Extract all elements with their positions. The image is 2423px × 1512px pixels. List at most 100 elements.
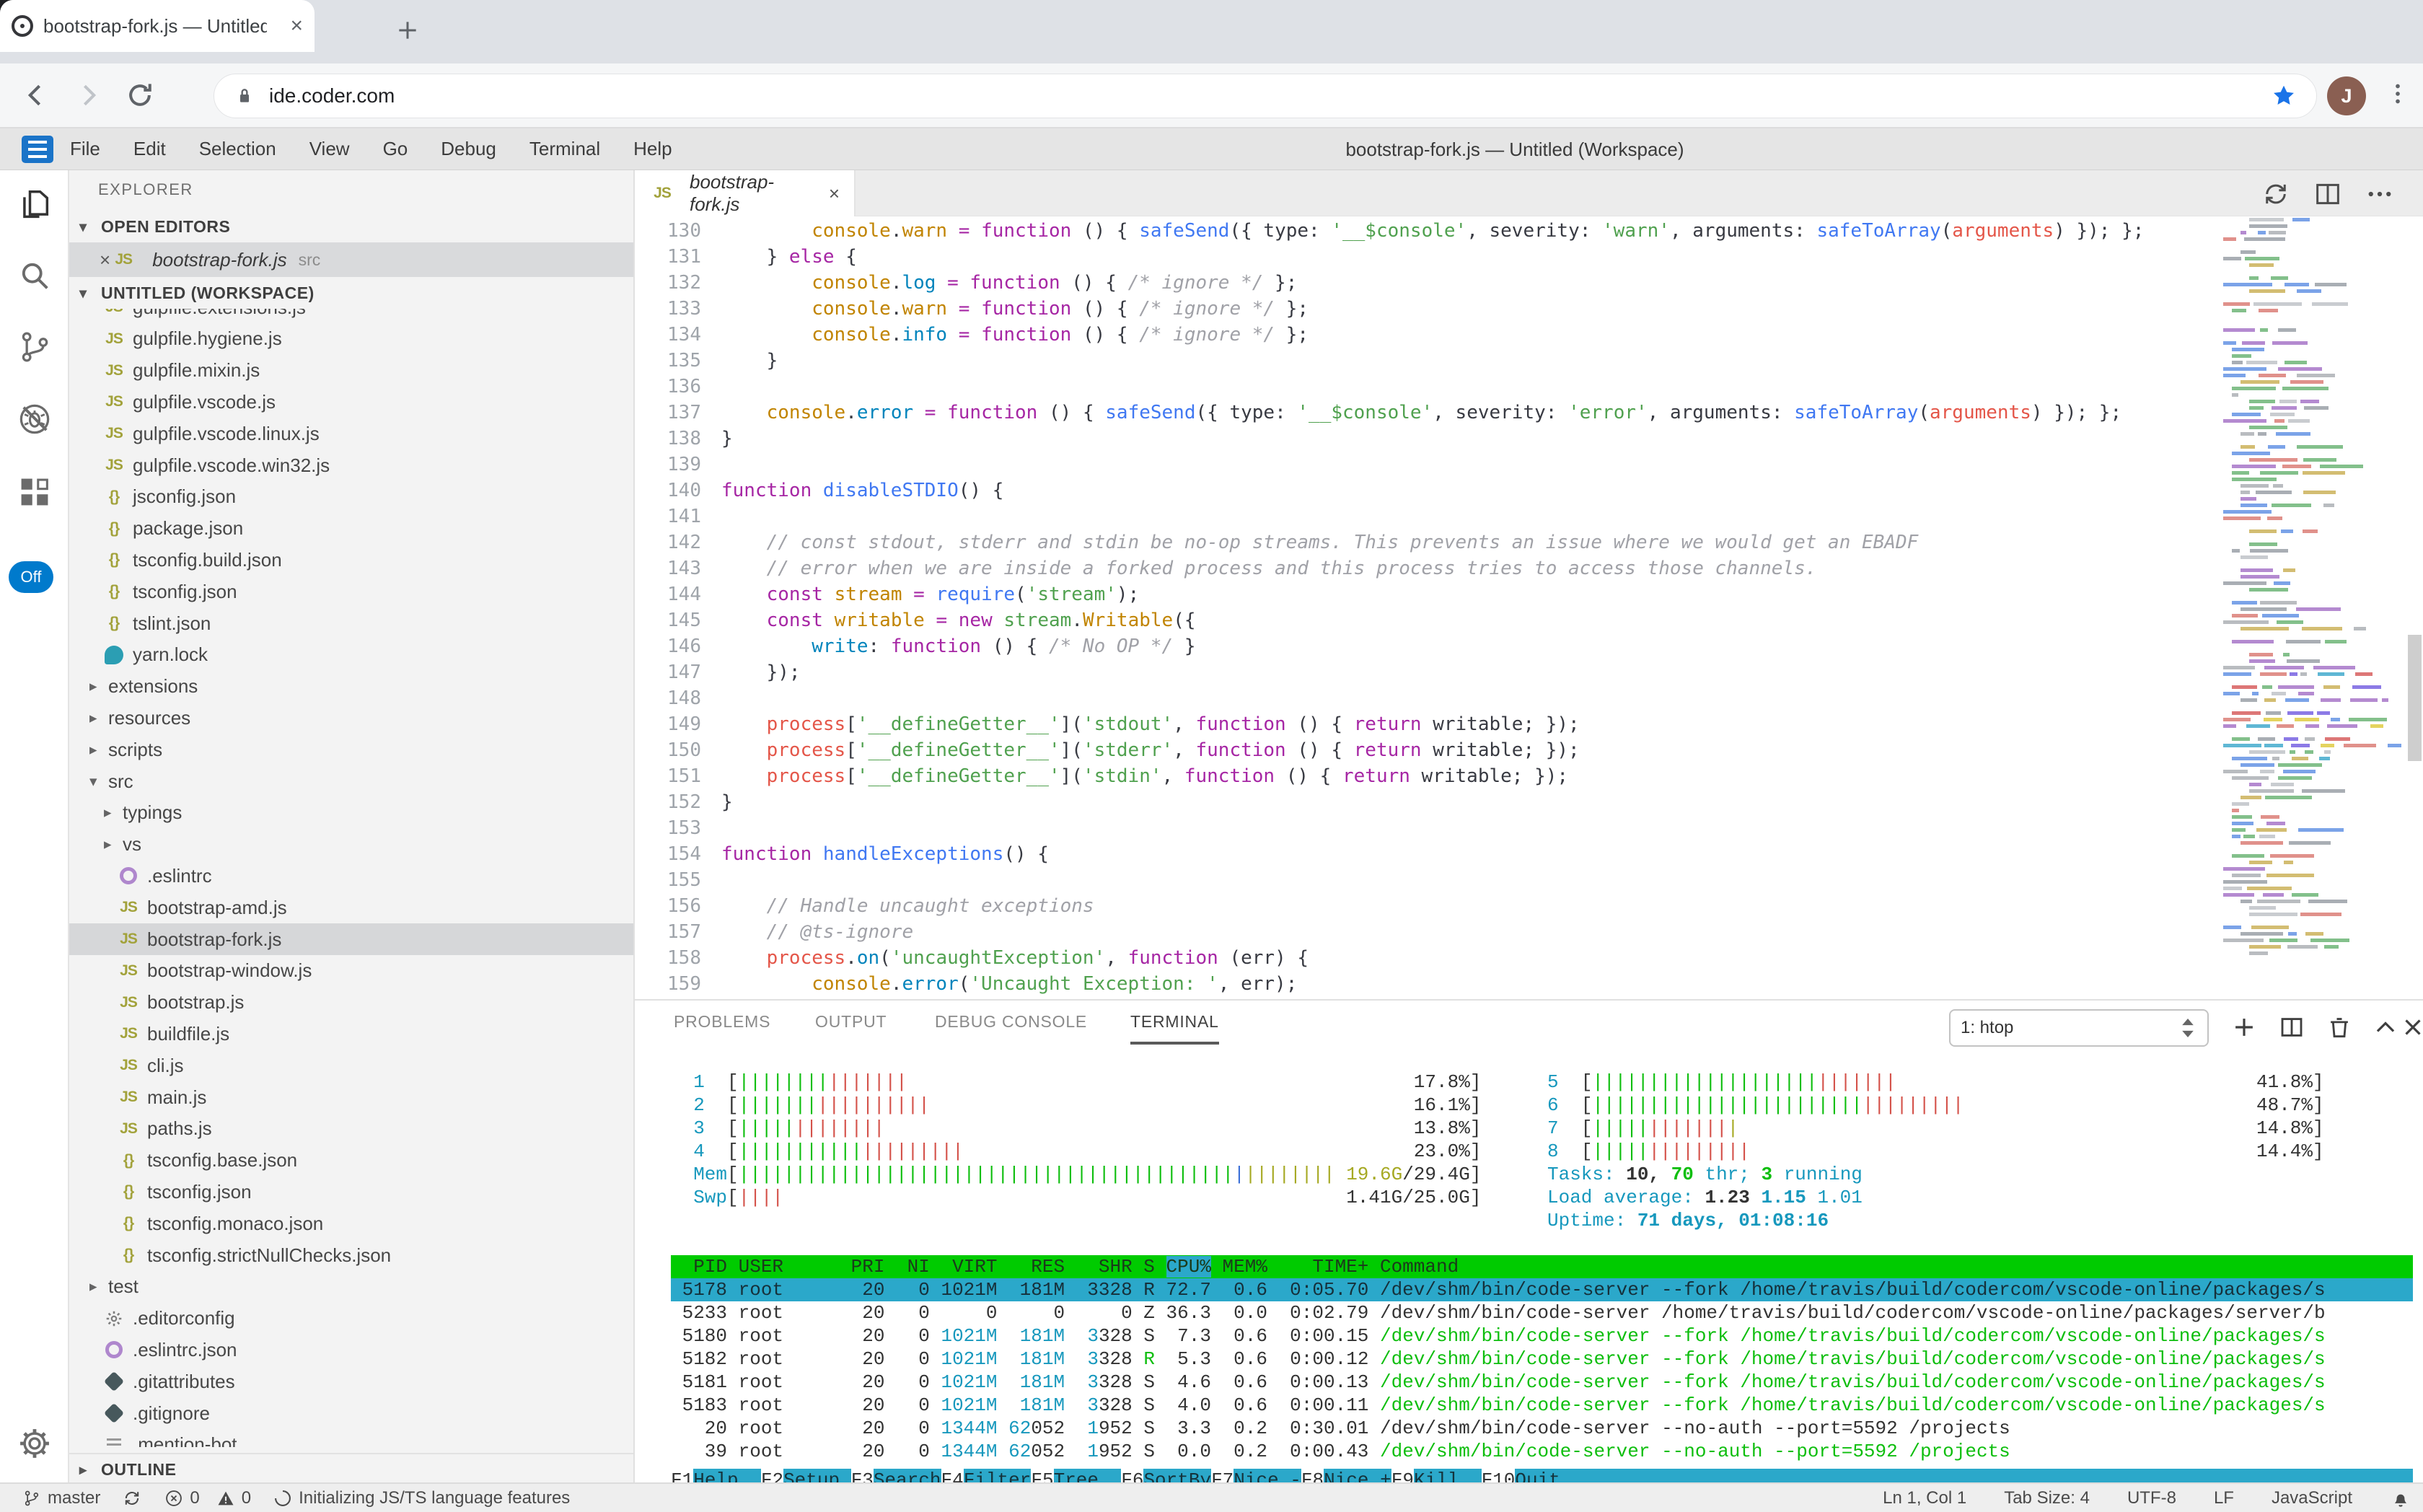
menu-item-selection[interactable]: Selection [183,138,293,160]
back-icon[interactable] [20,79,52,111]
tree-item-test[interactable]: ▸test [69,1271,633,1303]
tree-item-bootstrap-window.js[interactable]: JSbootstrap-window.js [69,955,633,987]
tree-item-gulpfile.mixin.js[interactable]: JSgulpfile.mixin.js [69,355,633,387]
tree-item-jsconfig.json[interactable]: {}jsconfig.json [69,481,633,513]
editor-tab[interactable]: JS bootstrap-fork.js × [635,170,856,216]
open-editor-item[interactable]: × JS bootstrap-fork.js src [69,242,633,277]
status-encoding[interactable]: UTF-8 [2127,1488,2176,1508]
extensions-icon[interactable] [16,473,53,511]
more-actions-icon[interactable] [2365,179,2395,209]
status-language[interactable]: JavaScript [2272,1488,2352,1508]
tree-item-gulpfile.vscode.linux.js[interactable]: JSgulpfile.vscode.linux.js [69,418,633,449]
tree-item-cli.js[interactable]: JScli.js [69,1050,633,1081]
menu-item-edit[interactable]: Edit [117,138,183,160]
tree-item-bootstrap-fork.js[interactable]: JSbootstrap-fork.js [69,923,633,955]
panel-tab-problems[interactable]: PROBLEMS [674,1012,770,1042]
tree-item-src[interactable]: ▾src [69,765,633,797]
tree-item-.gitignore[interactable]: .gitignore [69,1397,633,1429]
menu-item-file[interactable]: File [53,138,117,160]
tab-close-icon[interactable]: × [290,14,303,38]
menu-item-help[interactable]: Help [617,138,688,160]
problems-item[interactable]: 0 0 [164,1488,251,1508]
tree-item-bootstrap-amd.js[interactable]: JSbootstrap-amd.js [69,892,633,923]
close-icon[interactable]: × [100,249,110,271]
minimap-line [2223,478,2399,481]
tree-item-buildfile.js[interactable]: JSbuildfile.js [69,1018,633,1050]
address-bar[interactable]: ide.coder.com [214,74,2317,118]
browser-menu-icon[interactable] [2385,81,2411,107]
debug-disabled-icon[interactable] [16,400,53,438]
status-badge[interactable]: Off [9,561,53,593]
tree-item-.eslintrc.json[interactable]: .eslintrc.json [69,1334,633,1366]
tree-item-gulpfile.hygiene.js[interactable]: JSgulpfile.hygiene.js [69,323,633,355]
source-control-icon[interactable] [16,328,53,366]
outline-header[interactable]: ▸ OUTLINE [69,1453,633,1482]
bookmark-star-icon[interactable] [2270,82,2297,110]
editor-scrollbar[interactable] [2408,635,2422,761]
tree-item-scripts[interactable]: ▸scripts [69,734,633,765]
minimap[interactable] [2219,216,2404,971]
panel-tab-debug-console[interactable]: DEBUG CONSOLE [935,1012,1087,1042]
tree-item-tsconfig.json[interactable]: {}tsconfig.json [69,1176,633,1208]
tree-item-typings[interactable]: ▸typings [69,797,633,829]
workspace-header[interactable]: ▾ UNTITLED (WORKSPACE) [69,277,635,309]
panel-tab-output[interactable]: OUTPUT [815,1012,887,1042]
code-editor[interactable]: 130 console.warn = function () { safeSen… [635,216,2423,999]
tree-item-package.json[interactable]: {}package.json [69,513,633,545]
tree-item-.gitattributes[interactable]: .gitattributes [69,1366,633,1397]
status-eol[interactable]: LF [2214,1488,2234,1508]
tab-close-icon[interactable]: × [829,183,840,205]
chevron-down-icon: ▾ [89,773,108,791]
tree-item-.editorconfig[interactable]: .editorconfig [69,1303,633,1335]
language-status-item[interactable]: Initializing JS/TS language features [273,1488,570,1508]
forward-icon[interactable] [72,79,104,111]
close-panel-icon[interactable] [2399,1014,2423,1041]
terminal-select[interactable]: 1: htop [1949,1009,2209,1047]
tree-item-gulpfile.vscode.win32.js[interactable]: JSgulpfile.vscode.win32.js [69,449,633,481]
new-terminal-icon[interactable] [2230,1014,2258,1041]
sync-icon[interactable] [2261,179,2291,209]
avatar[interactable]: J [2327,76,2366,115]
tree-item-tslint.json[interactable]: {}tslint.json [69,607,633,639]
explorer-icon[interactable] [16,185,53,222]
split-editor-icon[interactable] [2313,179,2343,209]
bell-icon[interactable] [2390,1487,2411,1509]
status-tab-size[interactable]: Tab Size: 4 [2004,1488,2090,1508]
app-logo-icon[interactable] [22,136,53,163]
minimap-line [2223,250,2399,254]
kill-terminal-icon[interactable] [2326,1014,2353,1041]
tree-item-tsconfig.json[interactable]: {}tsconfig.json [69,576,633,607]
tree-item-tsconfig.strictNullChecks.json[interactable]: {}tsconfig.strictNullChecks.json [69,1239,633,1271]
tree-item-main.js[interactable]: JSmain.js [69,1081,633,1113]
branch-item[interactable]: master [22,1488,100,1508]
menu-item-terminal[interactable]: Terminal [513,138,617,160]
panel-tab-terminal[interactable]: TERMINAL [1130,1012,1219,1045]
split-terminal-icon[interactable] [2278,1014,2305,1041]
tree-item-resources[interactable]: ▸resources [69,702,633,734]
status-cursor-position[interactable]: Ln 1, Col 1 [1883,1488,1966,1508]
tree-item-.mention-bot[interactable]: .mention-bot [69,1429,633,1447]
settings-gear-icon[interactable] [16,1425,53,1462]
tree-item-vs[interactable]: ▸vs [69,829,633,861]
menu-item-go[interactable]: Go [366,138,425,160]
tree-item-.eslintrc[interactable]: .eslintrc [69,860,633,892]
search-icon[interactable] [16,257,53,294]
tree-item-tsconfig.base.json[interactable]: {}tsconfig.base.json [69,1145,633,1177]
new-tab-button[interactable] [393,16,422,45]
open-editors-header[interactable]: ▾ OPEN EDITORS [69,211,635,242]
tree-item-bootstrap.js[interactable]: JSbootstrap.js [69,987,633,1019]
tree-item-extensions[interactable]: ▸extensions [69,671,633,703]
minimap-line [2223,361,2399,364]
menu-item-debug[interactable]: Debug [424,138,513,160]
sync-item[interactable] [122,1488,142,1508]
tree-item-tsconfig.build.json[interactable]: {}tsconfig.build.json [69,544,633,576]
browser-tab[interactable]: bootstrap-fork.js — Untitled (W × [0,0,315,52]
reload-icon[interactable] [124,79,156,111]
tree-item-yarn.lock[interactable]: yarn.lock [69,639,633,671]
tree-item-gulpfile.extensions.js[interactable]: JSgulpfile.extensions.js [69,309,633,323]
menu-item-view[interactable]: View [293,138,366,160]
tree-item-tsconfig.monaco.json[interactable]: {}tsconfig.monaco.json [69,1208,633,1239]
tree-item-paths.js[interactable]: JSpaths.js [69,1113,633,1145]
tree-item-gulpfile.vscode.js[interactable]: JSgulpfile.vscode.js [69,386,633,418]
maximize-panel-icon[interactable] [2372,1014,2399,1041]
